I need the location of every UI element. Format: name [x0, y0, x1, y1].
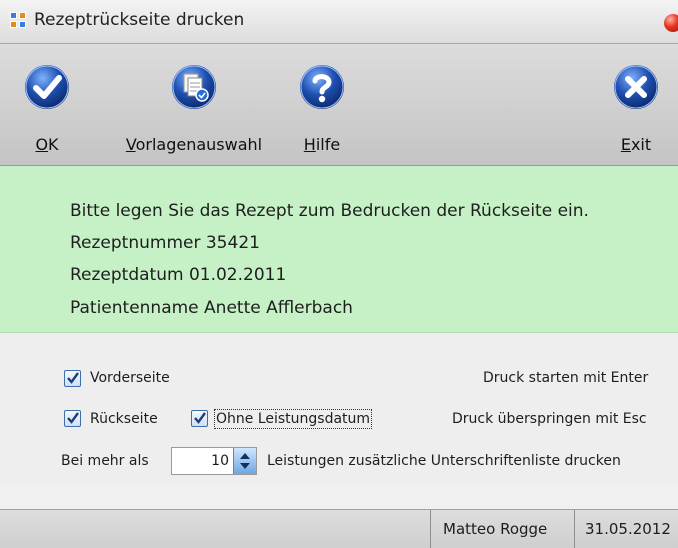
- back-side-label: Rückseite: [90, 411, 158, 427]
- exit-icon: [614, 65, 658, 109]
- status-bar: Matteo Rogge 31.05.2012: [0, 509, 678, 548]
- instruction-text: Bitte legen Sie das Rezept zum Bedrucken…: [70, 201, 589, 221]
- arrow-down-icon[interactable]: [240, 463, 250, 469]
- status-date: 31.05.2012: [585, 520, 671, 538]
- exit-label: Exit: [620, 135, 652, 154]
- services-count-value: 10: [211, 453, 229, 469]
- front-side-label: Vorderseite: [90, 370, 170, 386]
- prescription-date: Rezeptdatum 01.02.2011: [70, 265, 287, 285]
- more-than-suffix: Leistungen zusätzliche Unterschriftenlis…: [267, 453, 621, 469]
- patient-name: Patientenname Anette Afflerbach: [70, 298, 353, 318]
- checkmark-icon: [67, 412, 79, 424]
- status-user: Matteo Rogge: [443, 520, 548, 538]
- arrow-up-icon[interactable]: [240, 453, 250, 459]
- checkmark-icon: [67, 372, 79, 384]
- status-user-cell: Matteo Rogge: [430, 510, 574, 548]
- more-than-label: Bei mehr als: [61, 453, 149, 469]
- toolbar: OK Vorlagenauswahl Hilfe Exit: [0, 44, 678, 166]
- stepper-arrows[interactable]: [233, 448, 256, 474]
- checkmark-icon: [194, 412, 206, 424]
- exit-button[interactable]: Exit: [606, 44, 666, 164]
- front-side-checkbox[interactable]: [64, 370, 81, 387]
- help-label: Hilfe: [303, 135, 341, 154]
- help-button[interactable]: Hilfe: [292, 44, 352, 164]
- status-date-cell: 31.05.2012: [574, 510, 678, 548]
- back-side-checkbox[interactable]: [64, 410, 81, 427]
- info-panel: Bitte legen Sie das Rezept zum Bedrucken…: [0, 166, 678, 333]
- window-title: Rezeptrückseite drucken: [34, 10, 245, 30]
- template-select-button[interactable]: Vorlagenauswahl: [116, 44, 272, 164]
- ok-button[interactable]: OK: [18, 44, 76, 164]
- hint-enter: Druck starten mit Enter: [483, 370, 649, 386]
- checkmark-icon: [25, 65, 69, 109]
- close-window-icon[interactable]: [664, 14, 678, 32]
- template-select-icon: [172, 65, 216, 109]
- hint-esc: Druck überspringen mit Esc: [452, 411, 647, 427]
- no-date-label: Ohne Leistungsdatum: [213, 409, 373, 429]
- title-bar: Rezeptrückseite drucken: [0, 0, 678, 44]
- services-count-stepper[interactable]: 10: [171, 447, 257, 475]
- help-icon: [300, 65, 344, 109]
- ok-label: OK: [35, 135, 59, 154]
- app-icon: [10, 12, 28, 30]
- prescription-number: Rezeptnummer 35421: [70, 233, 260, 253]
- template-select-label: Vorlagenauswahl: [125, 135, 263, 154]
- no-date-checkbox[interactable]: [191, 410, 208, 427]
